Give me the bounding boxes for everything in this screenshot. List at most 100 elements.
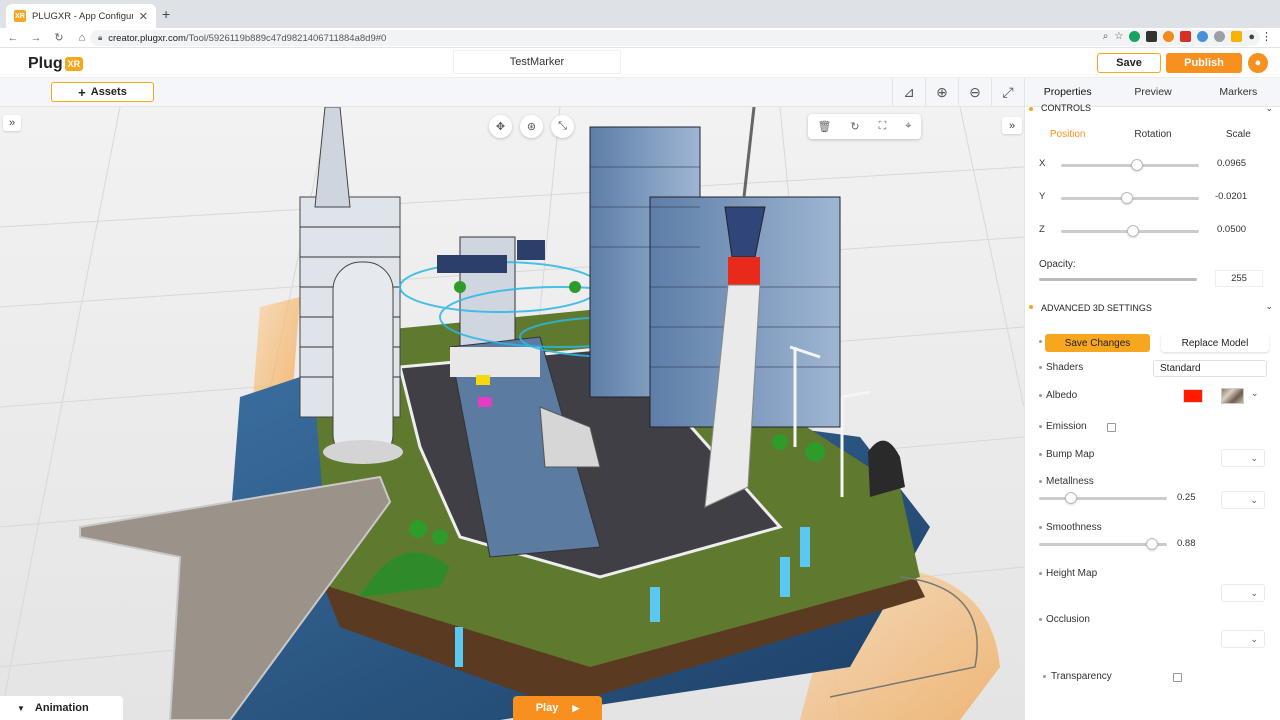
user-avatar-icon[interactable]: ● (1248, 53, 1268, 73)
position-z-row: Z 0.0500 (1025, 222, 1280, 240)
metallness-value[interactable]: 0.25 (1177, 492, 1196, 503)
menu-icon[interactable]: ⋮ (1261, 30, 1272, 43)
bump-map-dropdown[interactable]: ⌄ (1221, 449, 1265, 467)
assets-button[interactable]: + Assets (51, 82, 154, 102)
reload-icon[interactable]: ↻ (49, 31, 69, 44)
forward-icon[interactable]: → (26, 32, 46, 44)
animation-label: Animation (34, 702, 89, 714)
controls-section-header[interactable]: CONTROLS ⌄ (1025, 100, 1280, 116)
albedo-texture-thumbnail[interactable] (1221, 388, 1244, 404)
extension-red-icon[interactable] (1180, 31, 1192, 42)
url-field[interactable]: 🔒︎ creator.plugxr.com/Tool/5926119b889c4… (90, 30, 1260, 46)
zoom-in-icon[interactable]: ⊕ (925, 78, 958, 107)
extension-yellow-icon[interactable] (1231, 31, 1243, 42)
zoom-out-icon[interactable]: ⊖ (958, 78, 991, 107)
bullet-icon (1039, 366, 1042, 369)
y-label: Y (1039, 191, 1046, 202)
tab-rotation[interactable]: Rotation (1110, 124, 1195, 144)
shaders-value: Standard (1160, 363, 1201, 374)
z-value[interactable]: 0.0500 (1217, 224, 1246, 235)
home-icon[interactable]: ⌂ (72, 32, 92, 44)
extension-orange-icon[interactable] (1163, 31, 1175, 42)
height-map-label: Height Map (1046, 568, 1098, 579)
expand-left-panel-icon[interactable]: » (3, 115, 21, 131)
smoothness-slider-knob[interactable] (1145, 538, 1158, 550)
opacity-slider-track[interactable] (1039, 278, 1197, 281)
view-2d-3d-icon[interactable]: ⊿ (892, 78, 925, 107)
play-icon: ▶ (572, 702, 580, 713)
z-label: Z (1039, 224, 1045, 235)
occlusion-label: Occlusion (1046, 614, 1090, 625)
occlusion-dropdown[interactable]: ⌄ (1221, 630, 1265, 648)
replace-model-button[interactable]: Replace Model (1161, 334, 1269, 352)
scale-tool-icon[interactable]: ⤡ (551, 115, 574, 138)
tab-scale[interactable]: Scale (1196, 124, 1280, 144)
logo-badge: XR (64, 57, 84, 71)
smoothness-value[interactable]: 0.88 (1177, 538, 1196, 549)
shaders-select[interactable]: Standard (1153, 360, 1267, 377)
position-x-row: X 0.0965 (1025, 156, 1280, 174)
z-slider-knob[interactable] (1126, 225, 1139, 237)
delete-icon[interactable]: 🗑︎ (817, 120, 831, 133)
metallness-slider-track[interactable] (1039, 497, 1167, 500)
scene-render (0, 107, 1024, 720)
plugxr-logo[interactable]: Plug XR (28, 55, 84, 73)
bullet-icon (1039, 340, 1042, 343)
chevron-down-icon: ⌄ (1250, 452, 1258, 463)
transparency-label: Transparency (1051, 671, 1112, 682)
back-icon[interactable]: ← (3, 32, 23, 44)
emission-checkbox[interactable] (1107, 423, 1116, 432)
emission-label: Emission (1046, 421, 1087, 432)
save-changes-button[interactable]: Save Changes (1045, 334, 1150, 352)
height-map-dropdown[interactable]: ⌄ (1221, 584, 1265, 602)
chevron-down-icon: ⌄ (1250, 587, 1258, 598)
new-tab-icon[interactable]: + (162, 6, 170, 22)
x-value[interactable]: 0.0965 (1217, 158, 1246, 169)
occlusion-row: Occlusion (1025, 610, 1280, 632)
3d-viewport[interactable]: » » ✥ ⊛ ⤡ 🗑︎ ↻ ⛶ ⌖ ▼ Animation Play ▶ (0, 107, 1024, 720)
caret-down-icon: ▼ (17, 703, 25, 713)
y-value[interactable]: -0.0201 (1215, 191, 1247, 202)
save-button[interactable]: Save (1097, 53, 1161, 73)
shaders-label: Shaders (1046, 362, 1084, 373)
zoom-icon[interactable]: ⌕ (1103, 31, 1109, 42)
publish-button[interactable]: Publish (1166, 53, 1242, 73)
plus-icon: + (78, 84, 86, 100)
x-slider-knob[interactable] (1130, 159, 1143, 171)
extension-gray-icon[interactable] (1214, 31, 1226, 42)
expand-right-panel-icon[interactable]: » (1002, 117, 1022, 134)
bullet-icon (1039, 572, 1042, 575)
x-label: X (1039, 158, 1046, 169)
opacity-value[interactable]: 255 (1215, 270, 1263, 287)
tab-position[interactable]: Position (1025, 124, 1110, 144)
profile-icon[interactable]: ● (1248, 31, 1255, 43)
albedo-color-swatch[interactable] (1183, 389, 1203, 403)
animation-panel-toggle[interactable]: ▼ Animation (0, 696, 123, 720)
metallness-dropdown[interactable]: ⌄ (1221, 491, 1265, 509)
move-tool-icon[interactable]: ✥ (489, 115, 512, 138)
emission-row: Emission (1025, 417, 1280, 439)
play-button[interactable]: Play ▶ (513, 696, 602, 720)
assets-label: Assets (90, 86, 127, 98)
project-name[interactable]: TestMarker (453, 50, 621, 74)
star-icon[interactable]: ☆ (1114, 31, 1123, 42)
focus-icon[interactable]: ⛶ (879, 120, 887, 133)
target-icon[interactable]: ⌖ (905, 120, 911, 133)
chevron-down-icon[interactable]: ⌄ (1251, 388, 1259, 399)
y-slider-knob[interactable] (1121, 192, 1134, 204)
transparency-checkbox[interactable] (1173, 673, 1182, 682)
metallness-slider-knob[interactable] (1065, 492, 1077, 504)
height-map-row: Height Map (1025, 564, 1280, 586)
browser-tab[interactable]: XR PLUGXR - App Configurator ✕ (6, 4, 156, 28)
reset-icon[interactable]: ↻ (850, 120, 859, 133)
browser-tab-title: PLUGXR - App Configurator (32, 10, 133, 22)
advanced-3d-section-header[interactable]: ADVANCED 3D SETTINGS ⌄ (1025, 298, 1280, 318)
extension-dark-icon[interactable] (1146, 31, 1158, 42)
transform-sub-tabs: Position Rotation Scale (1025, 124, 1280, 144)
rotate-tool-icon[interactable]: ⊛ (520, 115, 543, 138)
play-label: Play (535, 702, 559, 714)
close-tab-icon[interactable]: ✕ (139, 10, 148, 23)
extension-green-icon[interactable] (1129, 31, 1141, 42)
extension-blue-icon[interactable] (1197, 31, 1209, 42)
fullscreen-icon[interactable]: ⤢ (991, 78, 1024, 107)
